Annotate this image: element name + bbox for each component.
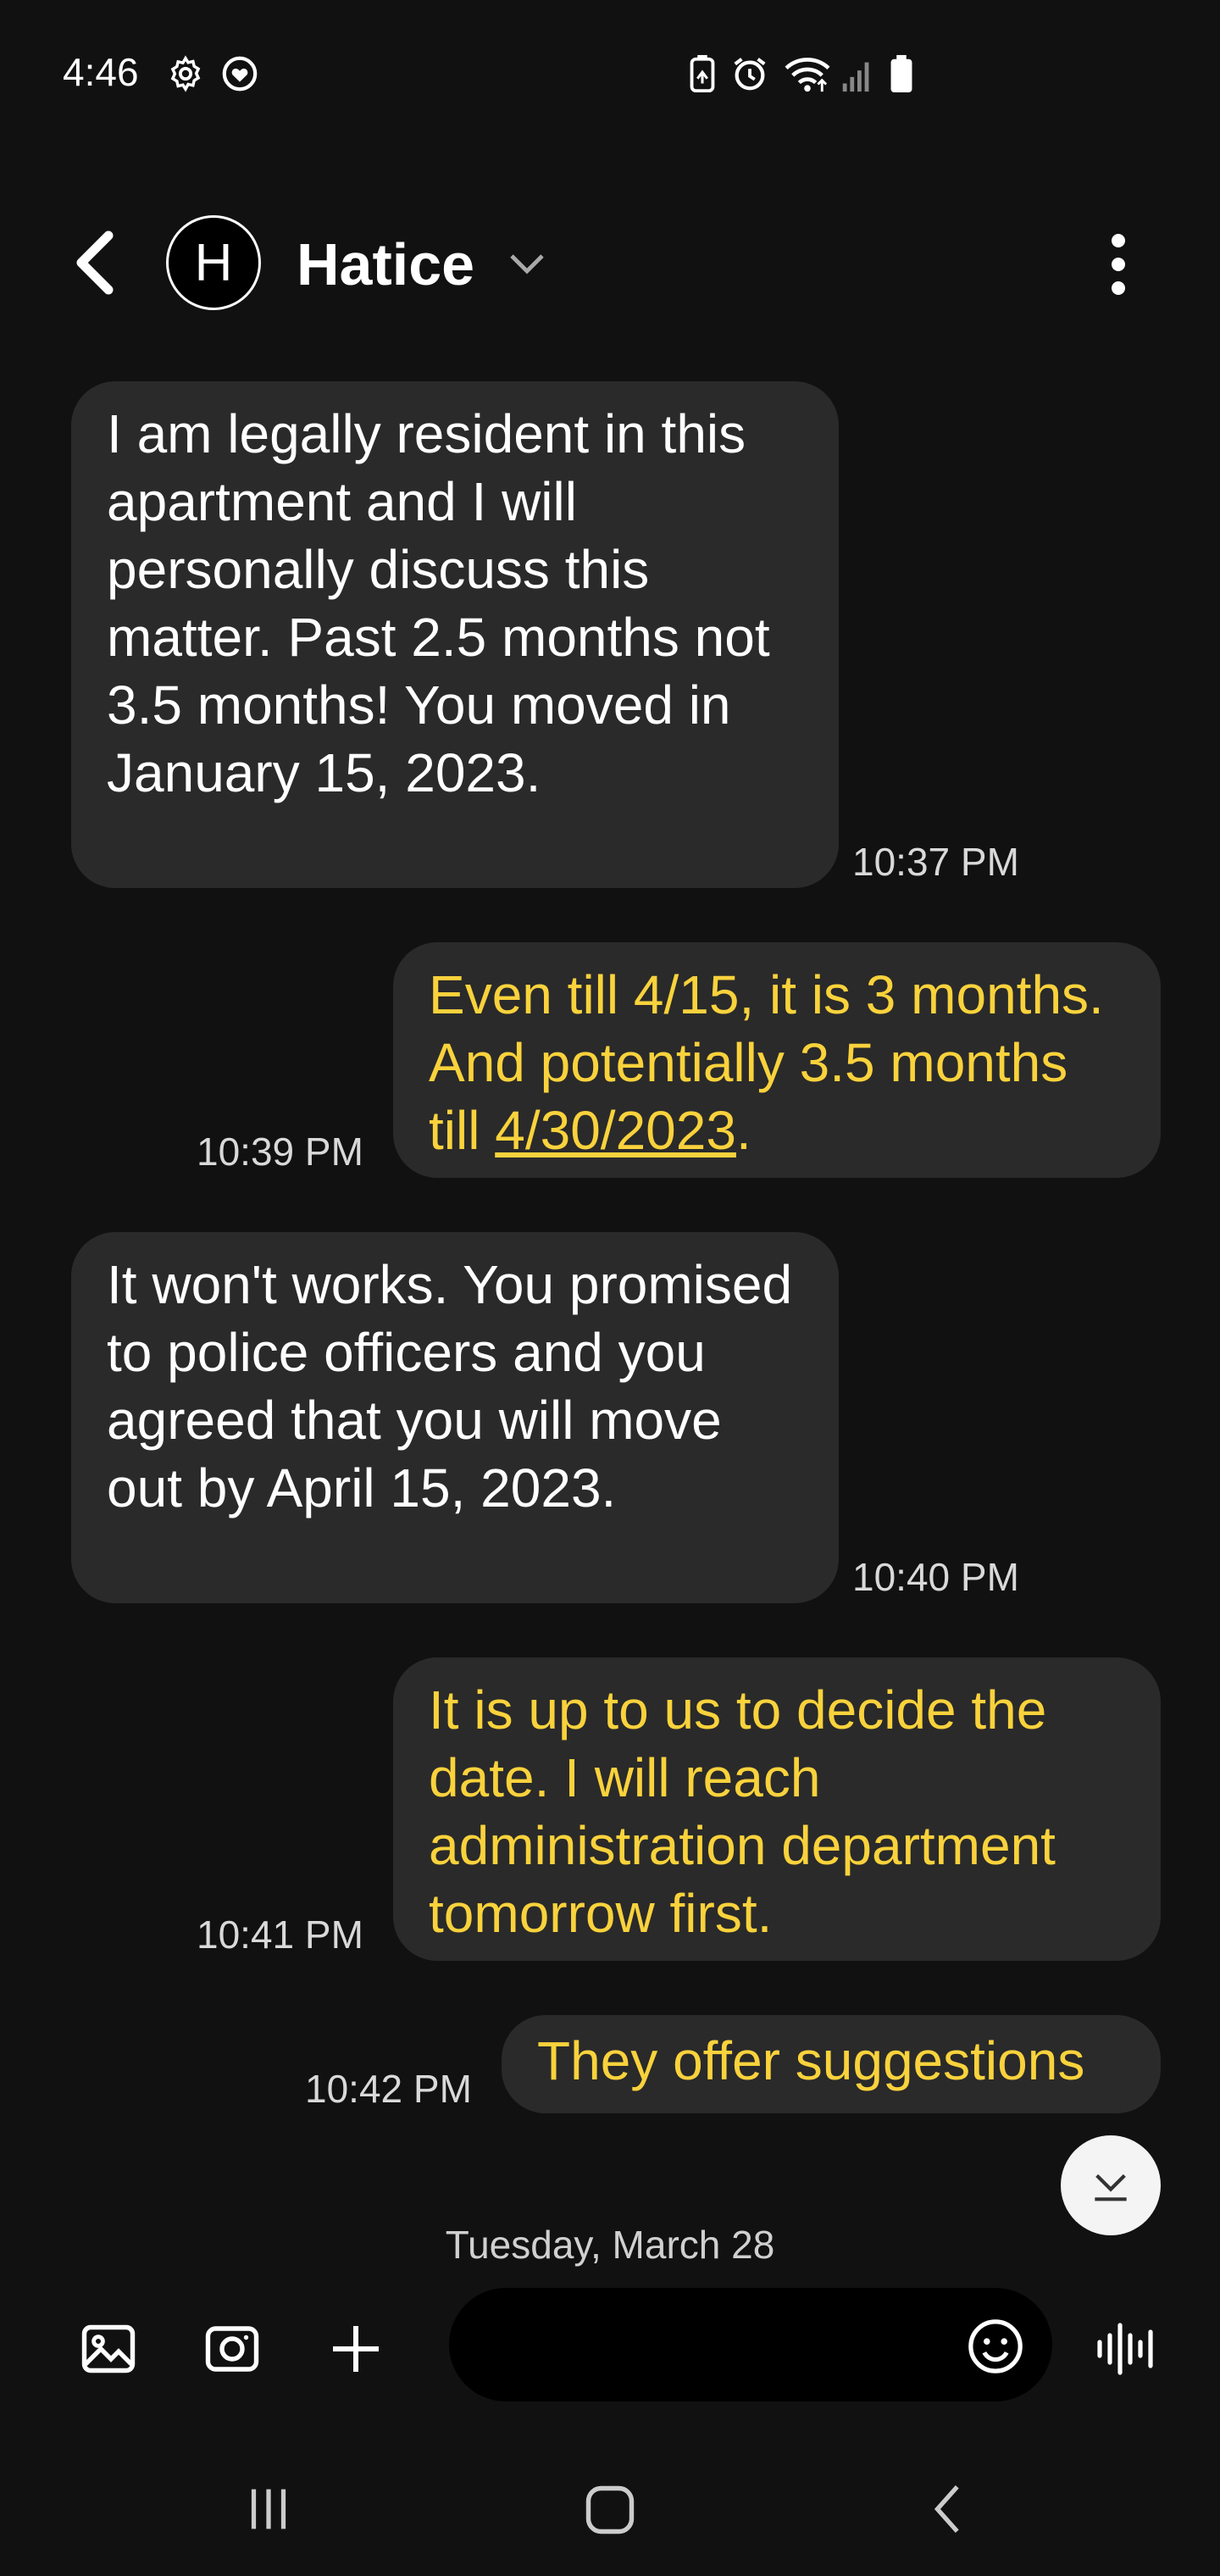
message-bubble-incoming[interactable]: I am legally resident in this apartment …	[71, 381, 839, 888]
wifi-icon	[785, 58, 830, 92]
plus-icon[interactable]	[325, 2318, 386, 2379]
alarm-icon	[734, 58, 766, 91]
status-time: 4:46	[63, 50, 139, 94]
scroll-to-bottom-button[interactable]	[1061, 2135, 1161, 2235]
recent-apps-icon[interactable]	[239, 2479, 298, 2539]
message-text: They offer suggestions	[537, 2030, 1085, 2091]
avatar[interactable]: H	[166, 215, 261, 310]
signal-icon	[842, 62, 869, 92]
compose-bar	[0, 2288, 1220, 2407]
message-bubble-outgoing[interactable]: Even till 4/15, it is 3 months. And pote…	[393, 942, 1161, 1178]
message-text: I am legally resident in this apartment …	[107, 403, 770, 803]
message-timestamp: 10:41 PM	[197, 1913, 363, 1957]
more-options-button[interactable]	[1101, 230, 1135, 298]
scroll-down-icon	[1095, 2174, 1127, 2201]
emoji-icon[interactable]	[966, 2317, 1025, 2376]
heart-shield-icon	[222, 56, 258, 92]
system-nav-bar	[0, 2457, 1220, 2576]
back-icon[interactable]	[920, 2479, 979, 2539]
date-link[interactable]: 4/30/2023	[495, 1100, 736, 1161]
status-bar: 4:46	[0, 0, 1220, 144]
message-bubble-outgoing[interactable]: They offer suggestions	[502, 2015, 1161, 2113]
battery-icon	[890, 54, 912, 93]
camera-icon[interactable]	[202, 2318, 263, 2379]
message-timestamp: 10:39 PM	[197, 1130, 363, 1174]
back-button[interactable]	[68, 229, 127, 297]
message-timestamp: 10:40 PM	[852, 1555, 1019, 1599]
gallery-icon[interactable]	[78, 2318, 139, 2379]
voice-icon[interactable]	[1093, 2318, 1161, 2379]
message-bubble-incoming[interactable]: It won't works. You promised to police o…	[71, 1232, 839, 1603]
message-timestamp: 10:42 PM	[305, 2067, 472, 2111]
home-icon[interactable]	[580, 2479, 640, 2540]
gear-icon	[170, 55, 201, 92]
message-timestamp: 10:37 PM	[852, 840, 1019, 884]
message-bubble-outgoing[interactable]: It is up to us to decide the date. I wil…	[393, 1657, 1161, 1961]
message-input[interactable]	[449, 2288, 1052, 2401]
battery-saver-icon	[690, 54, 715, 93]
chevron-down-icon[interactable]	[507, 247, 547, 281]
conversation-header: H Hatice	[0, 195, 1220, 330]
message-text-end: .	[735, 1100, 751, 1161]
date-divider: Tuesday, March 28	[445, 2223, 775, 2267]
message-text: It is up to us to decide the date. I wil…	[429, 1679, 1056, 1944]
contact-name[interactable]: Hatice	[297, 230, 474, 298]
message-text: It won't works. You promised to police o…	[107, 1254, 793, 1518]
